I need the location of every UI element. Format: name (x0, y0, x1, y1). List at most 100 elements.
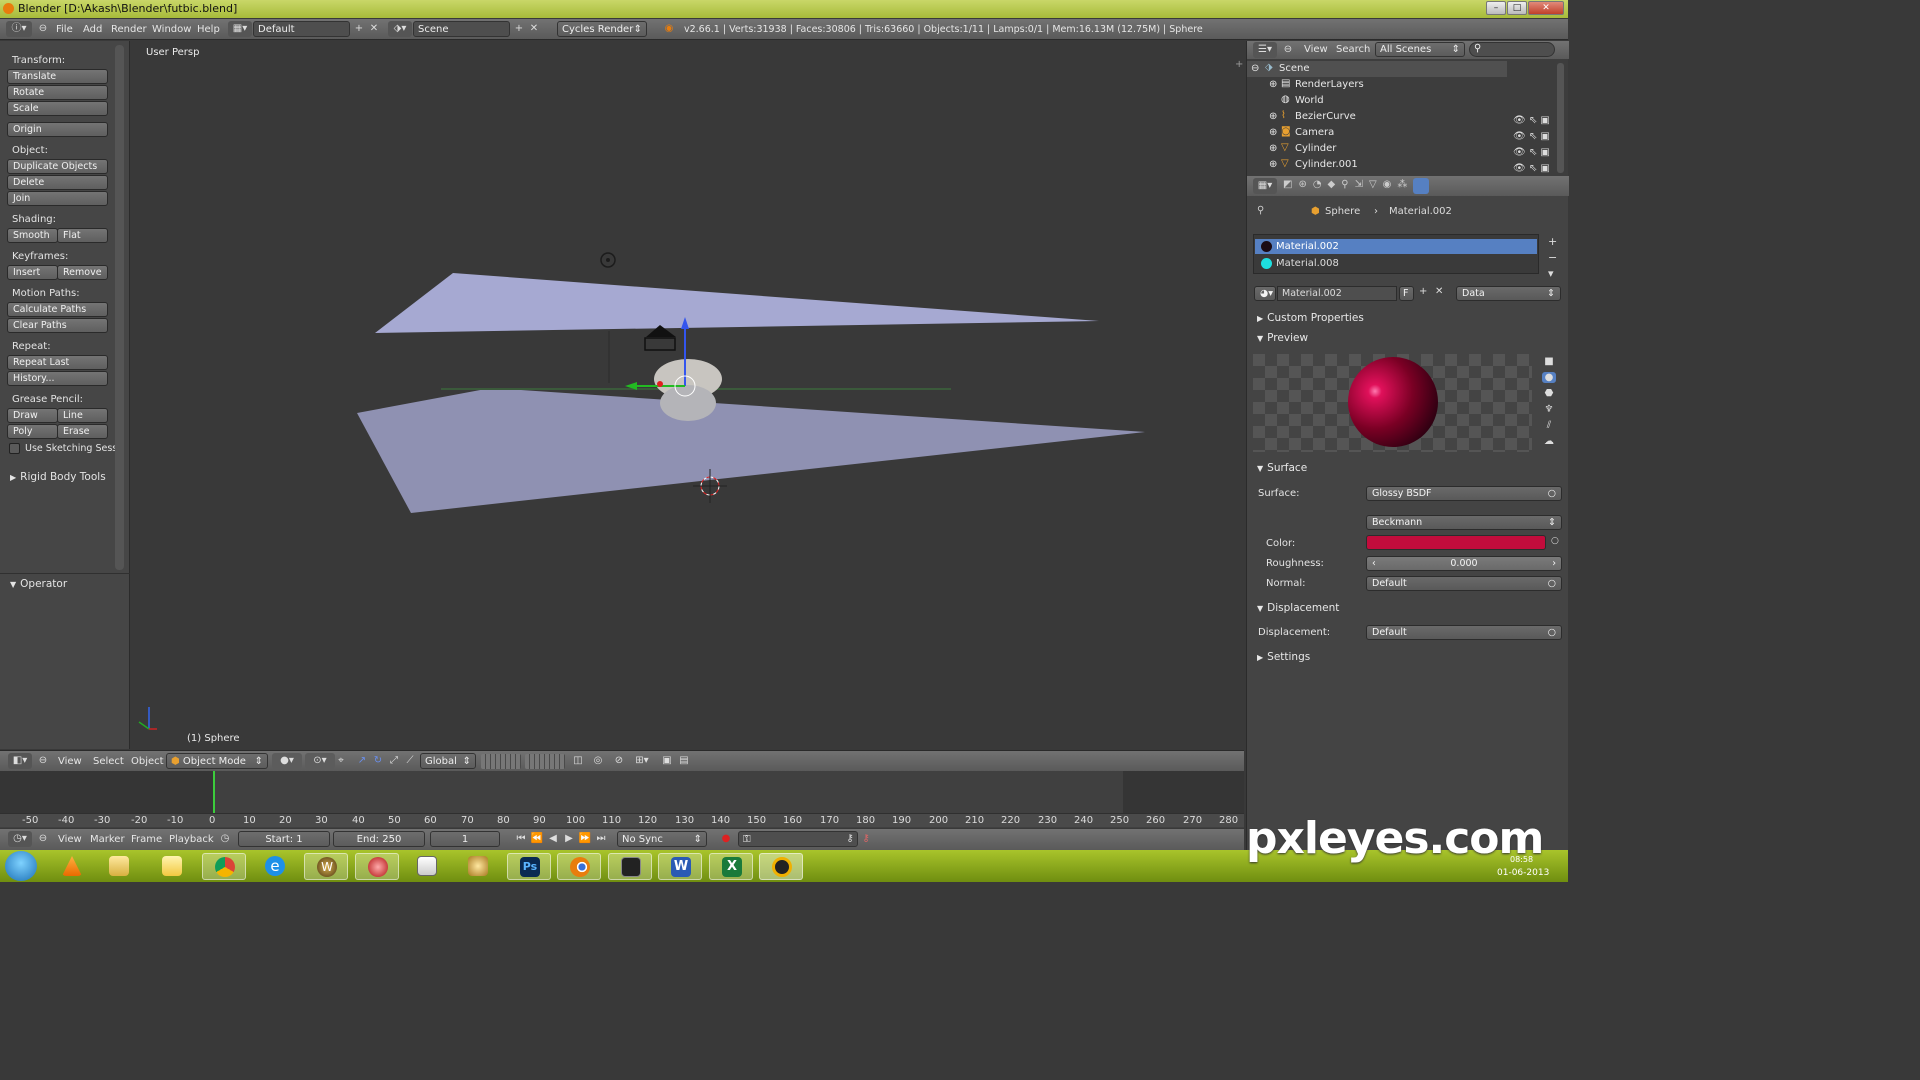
orientation-dropdown[interactable]: Global ⇕ (420, 753, 476, 769)
outliner-filter-dropdown[interactable]: All Scenes ⇕ (1375, 42, 1465, 57)
delete-key-icon[interactable]: ⚷ (859, 831, 873, 847)
jump-start-icon[interactable]: ⏮ (514, 831, 528, 847)
current-frame-field[interactable]: 1 (430, 831, 500, 847)
add-scene-icon[interactable]: + (512, 21, 526, 37)
menu-select[interactable]: Select (93, 756, 124, 767)
surface-panel[interactable]: ▼ Surface (1257, 462, 1307, 474)
menu-playback[interactable]: Playback (169, 834, 214, 845)
editor-type-properties-icon[interactable]: ▦▾ (1253, 178, 1277, 194)
outliner-item-scene[interactable]: ⊖ ⬗ Scene (1247, 61, 1507, 77)
remove-screen-icon[interactable]: ✕ (367, 21, 381, 37)
minimize-button[interactable]: – (1486, 1, 1506, 15)
material-name-field[interactable]: Material.002 (1277, 286, 1397, 301)
snap-icon[interactable]: ⊘ (612, 753, 626, 769)
jump-key-forward-icon[interactable]: ⏩ (578, 831, 592, 847)
displacement-panel[interactable]: ▼ Displacement (1257, 602, 1339, 614)
preview-range-icon[interactable]: ◷ (218, 831, 232, 847)
manipulator-extra-icon[interactable]: ⟋ (403, 753, 417, 769)
play-reverse-icon[interactable]: ◀ (546, 831, 560, 847)
surface-shader-dropdown[interactable]: Glossy BSDF ○ (1366, 486, 1562, 501)
task-loading[interactable] (759, 853, 803, 880)
maximize-button[interactable]: □ (1507, 1, 1527, 15)
smooth-button[interactable]: Smooth (7, 228, 58, 243)
layers-row-2[interactable] (525, 754, 565, 769)
preview-panel[interactable]: ▼ Preview (1257, 332, 1308, 344)
rotate-manipulator-icon[interactable]: ↻ (371, 753, 385, 769)
menu-help[interactable]: Help (197, 24, 220, 35)
play-icon[interactable]: ▶ (562, 831, 576, 847)
menu-add[interactable]: Add (83, 24, 102, 35)
add-screen-icon[interactable]: + (352, 21, 366, 37)
screen-layout-field[interactable]: Default (253, 21, 350, 37)
node-socket-icon[interactable]: ○ (1551, 536, 1559, 546)
outliner-item-beziercurve[interactable]: ⊕ ⌇ BezierCurve (1247, 109, 1507, 125)
operator-panel[interactable]: ▼ Operator (10, 578, 67, 590)
fake-user-button[interactable]: F (1399, 286, 1414, 301)
slot-buttons[interactable]: + − ▾ (1548, 234, 1557, 282)
preview-shape-buttons[interactable]: ■ ● ⬣ ♆ ⫽ ☁ (1539, 354, 1559, 450)
color-swatch-field[interactable] (1366, 535, 1546, 550)
repeat-last-button[interactable]: Repeat Last (7, 355, 108, 370)
sync-dropdown[interactable]: No Sync ⇕ (617, 831, 707, 847)
collapse-menu-icon[interactable]: ⊖ (36, 21, 50, 37)
custom-properties-panel[interactable]: ▶ Custom Properties (1257, 312, 1364, 324)
displacement-dropdown[interactable]: Default ○ (1366, 625, 1562, 640)
start-frame-field[interactable]: Start: 1 (238, 831, 330, 847)
history-button[interactable]: History... (7, 371, 108, 386)
insert-key-icon[interactable]: ⚷ (843, 831, 857, 847)
grease-poly-button[interactable]: Poly (7, 424, 58, 439)
task-folder[interactable] (150, 853, 194, 880)
pivot-point-icon[interactable]: ⊙▾ (305, 753, 335, 769)
manipulator-icon[interactable]: ⌖ (334, 753, 348, 769)
scene-selector-icon[interactable]: ⬗▾ (388, 21, 412, 37)
editor-type-3dview-icon[interactable]: ◧▾ (8, 753, 32, 769)
editor-type-outliner-icon[interactable]: ☰▾ (1253, 42, 1277, 58)
outliner-item-renderlayers[interactable]: ⊕ ▤ RenderLayers (1247, 77, 1507, 93)
rigid-body-tools-panel[interactable]: ▶ Rigid Body Tools (10, 471, 106, 483)
clear-paths-button[interactable]: Clear Paths (7, 318, 108, 333)
context-tabs[interactable]: ◩⊛◔◆⚲⇲▽◉⁂⟋ (1283, 179, 1461, 193)
render-animation-icon[interactable]: ▤ (677, 753, 691, 769)
timeline[interactable]: -50 -40 -30 -20 -10 0 10 20 30 40 50 60 … (0, 771, 1244, 828)
close-window-button[interactable]: ✕ (1528, 1, 1564, 15)
task-chrome[interactable] (202, 853, 246, 880)
menu-file[interactable]: File (56, 24, 73, 35)
task-blender[interactable] (557, 853, 601, 880)
snap-element-icon[interactable]: ⊞▾ (630, 753, 654, 769)
task-wow[interactable]: W (304, 853, 348, 880)
toolshelf-scrollbar[interactable] (115, 45, 124, 570)
task-vlc[interactable] (50, 853, 94, 880)
mode-dropdown[interactable]: ⬢ Object Mode ⇕ (166, 753, 268, 769)
rotate-button[interactable]: Rotate (7, 85, 108, 100)
new-material-icon[interactable]: + (1419, 286, 1427, 297)
roughness-slider[interactable]: ‹ 0.000 › (1366, 556, 1562, 571)
menu-render[interactable]: Render (111, 24, 147, 35)
task-character[interactable] (456, 853, 500, 880)
proportional-edit-icon[interactable]: ◎ (591, 753, 605, 769)
jump-end-icon[interactable]: ⏭ (594, 831, 608, 847)
task-excel[interactable]: X (709, 853, 753, 880)
layers-row-1[interactable] (481, 754, 521, 769)
sketching-checkbox[interactable] (9, 443, 20, 454)
outliner-search-menu[interactable]: Search (1336, 44, 1370, 55)
grease-draw-button[interactable]: Draw (7, 408, 58, 423)
outliner-item-cylinder[interactable]: ⊕ ▽ Cylinder (1247, 141, 1507, 157)
calculate-paths-button[interactable]: Calculate Paths (7, 302, 108, 317)
grease-erase-button[interactable]: Erase (57, 424, 108, 439)
clock-date[interactable]: 01-06-2013 (1497, 868, 1549, 878)
task-app[interactable] (355, 853, 399, 880)
menu-object[interactable]: Object (131, 756, 164, 767)
outliner-view-menu[interactable]: View (1304, 44, 1328, 55)
task-word[interactable]: W (658, 853, 702, 880)
grease-line-button[interactable]: Line (57, 408, 108, 423)
normal-dropdown[interactable]: Default ○ (1366, 576, 1562, 591)
outliner-scrollbar[interactable] (1557, 63, 1564, 173)
outliner-item-camera[interactable]: ⊕ ◙ Camera (1247, 125, 1507, 141)
pin-icon[interactable]: ⚲ (1257, 205, 1264, 216)
link-dropdown[interactable]: Data ⇕ (1456, 286, 1561, 301)
join-button[interactable]: Join (7, 191, 108, 206)
task-photoshop[interactable]: Ps (507, 853, 551, 880)
jump-key-back-icon[interactable]: ⏪ (530, 831, 544, 847)
distribution-dropdown[interactable]: Beckmann ⇕ (1366, 515, 1562, 530)
remove-scene-icon[interactable]: ✕ (527, 21, 541, 37)
